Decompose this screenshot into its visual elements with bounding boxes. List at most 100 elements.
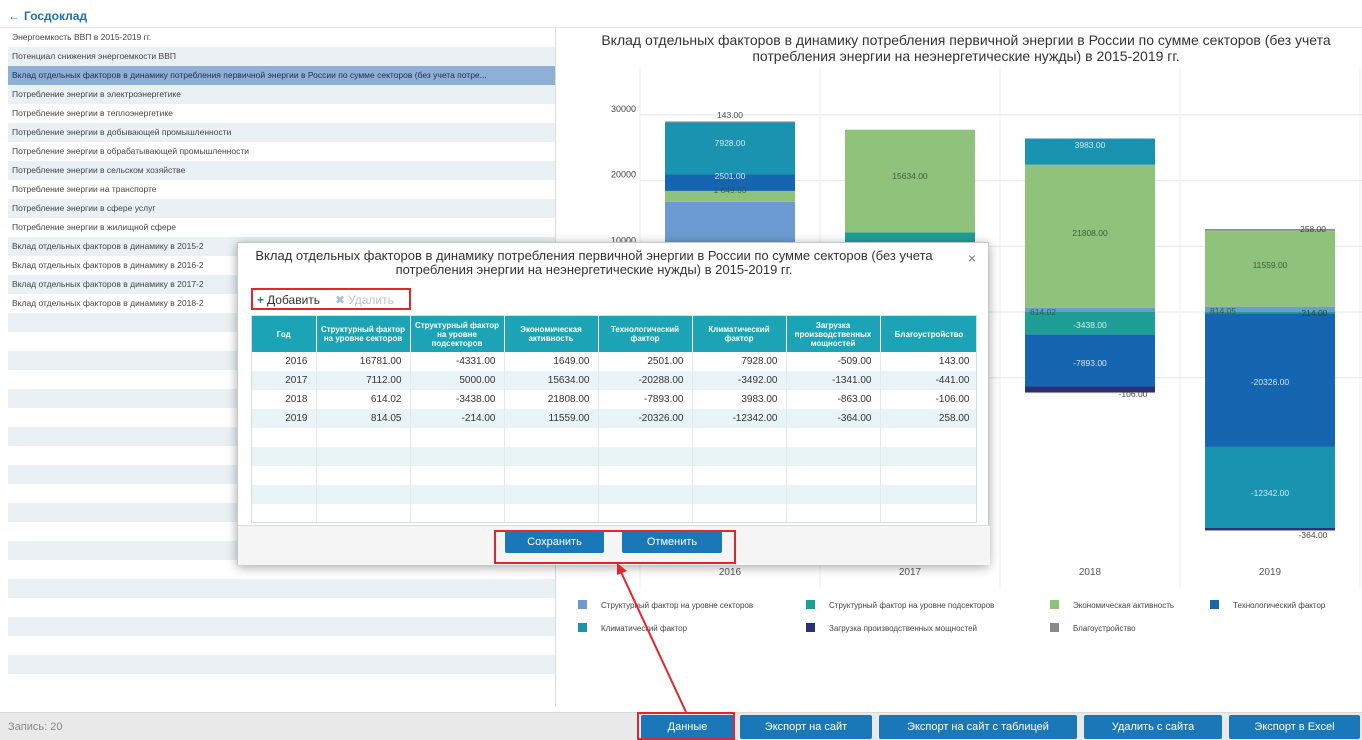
table-cell[interactable]: 2017 (252, 371, 317, 390)
list-item[interactable]: Энергоемкость ВВП в 2015-2019 гг. (8, 28, 555, 47)
table-cell[interactable]: -214.00 (410, 409, 505, 428)
table-cell[interactable]: 16781.00 (316, 352, 411, 371)
table-cell[interactable] (786, 428, 881, 447)
table-cell[interactable] (252, 485, 317, 504)
table-cell[interactable] (786, 504, 881, 522)
table-cell[interactable]: -3492.00 (692, 371, 787, 390)
list-item[interactable]: Потребление энергии в сельском хозяйстве (8, 161, 555, 180)
col-header-structural-subsectors[interactable]: Структурный фактор на уровне подсекторов (410, 316, 505, 352)
table-cell[interactable]: 258.00 (880, 409, 976, 428)
list-item-empty[interactable] (8, 598, 555, 617)
list-item[interactable]: Потребление энергии в жилищной сфере (8, 218, 555, 237)
list-item-empty[interactable] (8, 636, 555, 655)
list-item[interactable]: Потребление энергии на транспорте (8, 180, 555, 199)
table-cell[interactable]: 5000.00 (410, 371, 505, 390)
table-cell[interactable] (316, 466, 411, 485)
table-cell[interactable]: -4331.00 (410, 352, 505, 371)
table-cell[interactable] (598, 447, 693, 466)
table-cell[interactable] (504, 447, 599, 466)
table-cell[interactable]: -1341.00 (786, 371, 881, 390)
table-cell[interactable] (410, 428, 505, 447)
col-header-year[interactable]: Год (252, 316, 317, 352)
table-row[interactable] (252, 428, 976, 447)
table-cell[interactable]: 11559.00 (504, 409, 599, 428)
col-header-capacity-load[interactable]: Загрузка производственных мощностей (786, 316, 881, 352)
table-cell[interactable]: 2016 (252, 352, 317, 371)
export-to-excel-button[interactable]: Экспорт в Excel (1229, 715, 1360, 739)
table-cell[interactable]: 7928.00 (692, 352, 787, 371)
table-cell[interactable] (316, 447, 411, 466)
table-cell[interactable] (692, 485, 787, 504)
table-cell[interactable]: -509.00 (786, 352, 881, 371)
table-cell[interactable] (786, 447, 881, 466)
table-cell[interactable] (316, 428, 411, 447)
table-cell[interactable] (252, 466, 317, 485)
delete-from-site-button[interactable]: Удалить с сайта (1084, 715, 1222, 739)
table-cell[interactable] (692, 504, 787, 522)
export-to-site-with-table-button[interactable]: Экспорт на сайт с таблицей (879, 715, 1077, 739)
table-row[interactable]: 2019 814.05 -214.00 11559.00 -20326.00 -12342… (252, 409, 976, 428)
delete-row-button[interactable]: ✖ Удалить (335, 293, 394, 307)
table-cell[interactable]: -441.00 (880, 371, 976, 390)
col-header-structural-sectors[interactable]: Структурный фактор на уровне секторов (316, 316, 411, 352)
table-cell[interactable]: 2019 (252, 409, 317, 428)
table-row[interactable]: 2018 614.02 -3438.00 21808.00 -7893.00 3983.0… (252, 390, 976, 409)
table-cell[interactable] (316, 504, 411, 522)
table-cell[interactable] (252, 428, 317, 447)
table-cell[interactable]: 2018 (252, 390, 317, 409)
col-header-economic-activity[interactable]: Экономическая активность (504, 316, 599, 352)
back-link[interactable]: ← Госдоклад (8, 9, 87, 23)
table-cell[interactable]: -7893.00 (598, 390, 693, 409)
table-cell[interactable]: -3438.00 (410, 390, 505, 409)
table-cell[interactable]: 7112.00 (316, 371, 411, 390)
table-cell[interactable] (786, 466, 881, 485)
table-cell[interactable]: 2501.00 (598, 352, 693, 371)
table-cell[interactable] (504, 466, 599, 485)
list-item-selected[interactable]: Вклад отдельных факторов в динамику потр… (8, 66, 555, 85)
list-item[interactable]: Потребление энергии в сфере услуг (8, 199, 555, 218)
table-cell[interactable] (880, 428, 976, 447)
table-row[interactable] (252, 447, 976, 466)
table-cell[interactable] (252, 447, 317, 466)
col-header-technological[interactable]: Технологический фактор (598, 316, 693, 352)
list-item-empty[interactable] (8, 579, 555, 598)
add-row-button[interactable]: + Добавить (257, 293, 320, 307)
legend-item[interactable]: Экономическая активность (1050, 600, 1174, 610)
legend-item[interactable]: Климатический фактор (578, 623, 687, 633)
list-item-empty[interactable] (8, 617, 555, 636)
table-cell[interactable] (504, 504, 599, 522)
list-item[interactable]: Потребление энергии в электроэнергетике (8, 85, 555, 104)
table-cell[interactable]: -20326.00 (598, 409, 693, 428)
table-row[interactable] (252, 485, 976, 504)
list-item-empty[interactable] (8, 655, 555, 674)
table-cell[interactable] (786, 485, 881, 504)
save-button[interactable]: Сохранить (505, 531, 604, 553)
table-cell[interactable]: 21808.00 (504, 390, 599, 409)
table-cell[interactable] (598, 504, 693, 522)
table-cell[interactable] (880, 447, 976, 466)
legend-item[interactable]: Благоустройство (1050, 623, 1136, 633)
table-cell[interactable] (692, 447, 787, 466)
list-item[interactable]: Потребление энергии в теплоэнергетике (8, 104, 555, 123)
col-header-climatic[interactable]: Климатический фактор (692, 316, 787, 352)
table-cell[interactable] (880, 504, 976, 522)
table-cell[interactable] (410, 466, 505, 485)
table-row[interactable] (252, 466, 976, 485)
table-cell[interactable]: 614.02 (316, 390, 411, 409)
table-cell[interactable] (880, 466, 976, 485)
table-row[interactable]: 2016 16781.00 -4331.00 1649.00 2501.00 7928.0… (252, 352, 976, 371)
table-cell[interactable] (598, 466, 693, 485)
list-item[interactable]: Потребление энергии в добывающей промышл… (8, 123, 555, 142)
table-row[interactable] (252, 504, 976, 522)
close-icon[interactable]: × (968, 250, 976, 266)
table-cell[interactable]: -20288.00 (598, 371, 693, 390)
table-cell[interactable]: -12342.00 (692, 409, 787, 428)
col-header-amenities[interactable]: Благоустройство (880, 316, 976, 352)
list-item[interactable]: Потенциал снижения энергоемкости ВВП (8, 47, 555, 66)
legend-item[interactable]: Структурный фактор на уровне подсекторов (806, 600, 994, 610)
table-cell[interactable] (598, 485, 693, 504)
table-cell[interactable]: 1649.00 (504, 352, 599, 371)
table-cell[interactable]: 15634.00 (504, 371, 599, 390)
table-cell[interactable] (410, 485, 505, 504)
table-cell[interactable]: -106.00 (880, 390, 976, 409)
